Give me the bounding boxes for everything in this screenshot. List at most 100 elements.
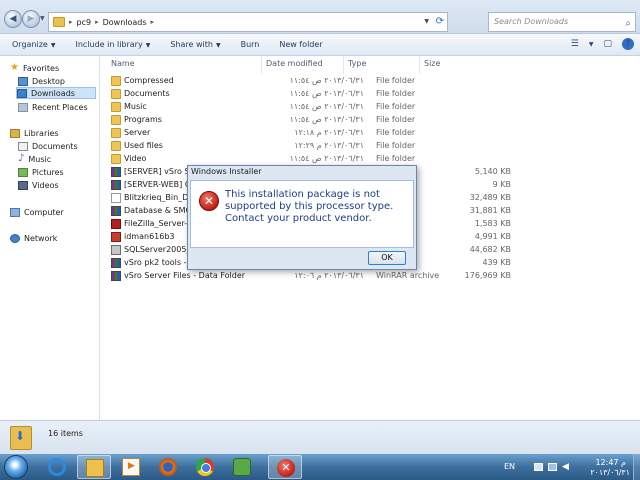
breadcrumb-downloads[interactable]: Downloads xyxy=(103,18,147,27)
winrar-archive-icon xyxy=(111,258,121,268)
burn-button[interactable]: Burn xyxy=(241,40,260,49)
downloads-icon xyxy=(17,88,27,98)
view-options-icon[interactable]: ☰ xyxy=(571,39,579,49)
folder-icon xyxy=(111,141,121,151)
file-row[interactable]: vSro Server Files - Data Folder ٢٠١٣/٠٦/٣… xyxy=(111,270,631,283)
breadcrumb-separator[interactable]: ▸ xyxy=(69,18,73,26)
taskbar-internet-explorer[interactable] xyxy=(40,455,74,479)
chevron-down-icon: ▼ xyxy=(50,42,56,49)
nav-desktop[interactable]: Desktop xyxy=(18,75,65,87)
back-button[interactable]: ◀ xyxy=(4,10,22,28)
pictures-icon xyxy=(18,167,28,177)
taskbar-installer[interactable] xyxy=(225,455,259,479)
item-count: 16 items xyxy=(48,429,83,438)
status-bar: 16 items xyxy=(0,420,640,454)
nav-libraries[interactable]: Libraries xyxy=(10,127,59,139)
column-header-date[interactable]: Date modified xyxy=(266,59,323,68)
clock-time[interactable]: 12:47 م xyxy=(595,458,626,467)
installer-icon xyxy=(233,458,251,476)
navigation-pane: ★ Favorites Desktop Downloads Recent Pla… xyxy=(0,56,100,420)
chevron-down-icon[interactable]: ▼ xyxy=(589,41,594,48)
column-header-type[interactable]: Type xyxy=(348,59,366,68)
column-header-size[interactable]: Size xyxy=(424,59,440,68)
recent-places-icon xyxy=(18,102,28,112)
command-bar: Organize ▼ Include in library ▼ Share with… xyxy=(0,34,640,56)
taskbar-firefox[interactable] xyxy=(151,455,185,479)
system-tray: EN ◀ 12:47 م ٢٠١٣/٠٦/٣١ xyxy=(500,454,640,480)
organize-button[interactable]: Organize ▼ xyxy=(12,40,55,49)
taskbar-chrome[interactable] xyxy=(188,455,222,479)
sql-server-icon xyxy=(111,245,121,255)
share-with-button[interactable]: Share with ▼ xyxy=(170,40,220,49)
nav-computer[interactable]: Computer xyxy=(10,206,64,218)
column-header-name[interactable]: Name xyxy=(111,59,135,68)
forward-button[interactable]: ▶ xyxy=(22,10,40,28)
nav-music[interactable]: ♪ Music xyxy=(18,153,51,165)
installer-icon xyxy=(111,232,121,242)
breadcrumb[interactable]: ▸ pc9 ▸ Downloads ▸ ▼ ⟳ xyxy=(48,12,448,32)
error-icon: ✕ xyxy=(199,191,219,211)
show-desktop-button[interactable] xyxy=(633,454,640,480)
taskbar: ✕ EN ◀ 12:47 م ٢٠١٣/٠٦/٣١ xyxy=(0,454,640,480)
documents-icon xyxy=(18,141,28,151)
file-row[interactable]: Documents ٢٠١٣/٠٦/٣١ ص ١١:٥٤ File folder xyxy=(111,88,631,101)
desktop-icon xyxy=(18,76,28,86)
new-folder-button[interactable]: New folder xyxy=(279,40,322,49)
folder-icon xyxy=(86,459,104,477)
ok-button[interactable]: OK xyxy=(368,251,406,265)
folder-icon xyxy=(111,154,121,164)
taskbar-windows-explorer[interactable] xyxy=(77,455,111,479)
chrome-icon xyxy=(196,458,214,476)
volume-icon[interactable]: ◀ xyxy=(562,463,571,472)
column-divider[interactable] xyxy=(261,56,262,74)
language-indicator[interactable]: EN xyxy=(504,462,515,471)
column-divider[interactable] xyxy=(343,56,344,74)
network-icon xyxy=(10,233,20,243)
internet-explorer-icon xyxy=(48,458,66,476)
nav-favorites[interactable]: ★ Favorites xyxy=(10,62,59,74)
recent-pages-dropdown[interactable]: ▼ xyxy=(40,15,45,22)
chevron-down-icon[interactable]: ▼ xyxy=(424,18,429,25)
nav-documents[interactable]: Documents xyxy=(18,140,78,152)
nav-recent-places[interactable]: Recent Places xyxy=(18,101,88,113)
folder-icon xyxy=(111,128,121,138)
breadcrumb-separator[interactable]: ▸ xyxy=(151,18,155,26)
breadcrumb-separator[interactable]: ▸ xyxy=(95,18,99,26)
winrar-archive-icon xyxy=(111,271,121,281)
file-row[interactable]: Programs ٢٠١٣/٠٦/٣١ ص ١١:٥٤ File folder xyxy=(111,114,631,127)
help-icon[interactable]: ? xyxy=(622,38,634,50)
dialog-message: This installation package is not support… xyxy=(225,189,394,224)
nav-pictures[interactable]: Pictures xyxy=(18,166,64,178)
nav-network[interactable]: Network xyxy=(10,232,57,244)
error-icon: ✕ xyxy=(277,459,295,477)
breadcrumb-pc9[interactable]: pc9 xyxy=(77,18,92,27)
start-button[interactable] xyxy=(4,455,28,479)
include-in-library-button[interactable]: Include in library ▼ xyxy=(75,40,150,49)
file-row[interactable]: Used files ٢٠١٣/٠٦/٣١ م ١٢:٢٩ File folder xyxy=(111,140,631,153)
folder-icon xyxy=(53,17,65,27)
search-input[interactable]: Search Downloads ⌕ xyxy=(488,12,636,32)
taskbar-media-player[interactable] xyxy=(114,455,148,479)
media-player-icon xyxy=(122,458,140,476)
videos-icon xyxy=(18,180,28,190)
computer-icon xyxy=(10,207,20,217)
column-divider[interactable] xyxy=(419,56,420,74)
network-icon[interactable] xyxy=(548,463,557,471)
taskbar-error-dialog[interactable]: ✕ xyxy=(268,455,302,479)
nav-downloads[interactable]: Downloads xyxy=(16,87,96,99)
file-row[interactable]: Server ٢٠١٣/٠٦/٣١ م ١٢:١٨ File folder xyxy=(111,127,631,140)
chevron-down-icon: ▼ xyxy=(215,42,221,49)
address-bar: ◀ ▶ ▼ ▸ pc9 ▸ Downloads ▸ ▼ ⟳ Search Dow… xyxy=(0,0,640,34)
music-icon: ♪ xyxy=(18,153,25,164)
libraries-icon xyxy=(10,128,20,138)
preview-pane-icon[interactable]: ▢ xyxy=(603,39,612,49)
file-row[interactable]: Music ٢٠١٣/٠٦/٣١ ص ١١:٥٤ File folder xyxy=(111,101,631,114)
file-row[interactable]: Compressed ٢٠١٣/٠٦/٣١ ص ١١:٥٤ File folder xyxy=(111,75,631,88)
nav-videos[interactable]: Videos xyxy=(18,179,59,191)
refresh-icon[interactable]: ⟳ xyxy=(436,16,444,27)
action-center-icon[interactable] xyxy=(534,463,543,471)
search-icon[interactable]: ⌕ xyxy=(625,15,631,33)
winrar-archive-icon xyxy=(111,167,121,177)
folder-icon xyxy=(111,76,121,86)
clock-date[interactable]: ٢٠١٣/٠٦/٣١ xyxy=(590,468,630,477)
